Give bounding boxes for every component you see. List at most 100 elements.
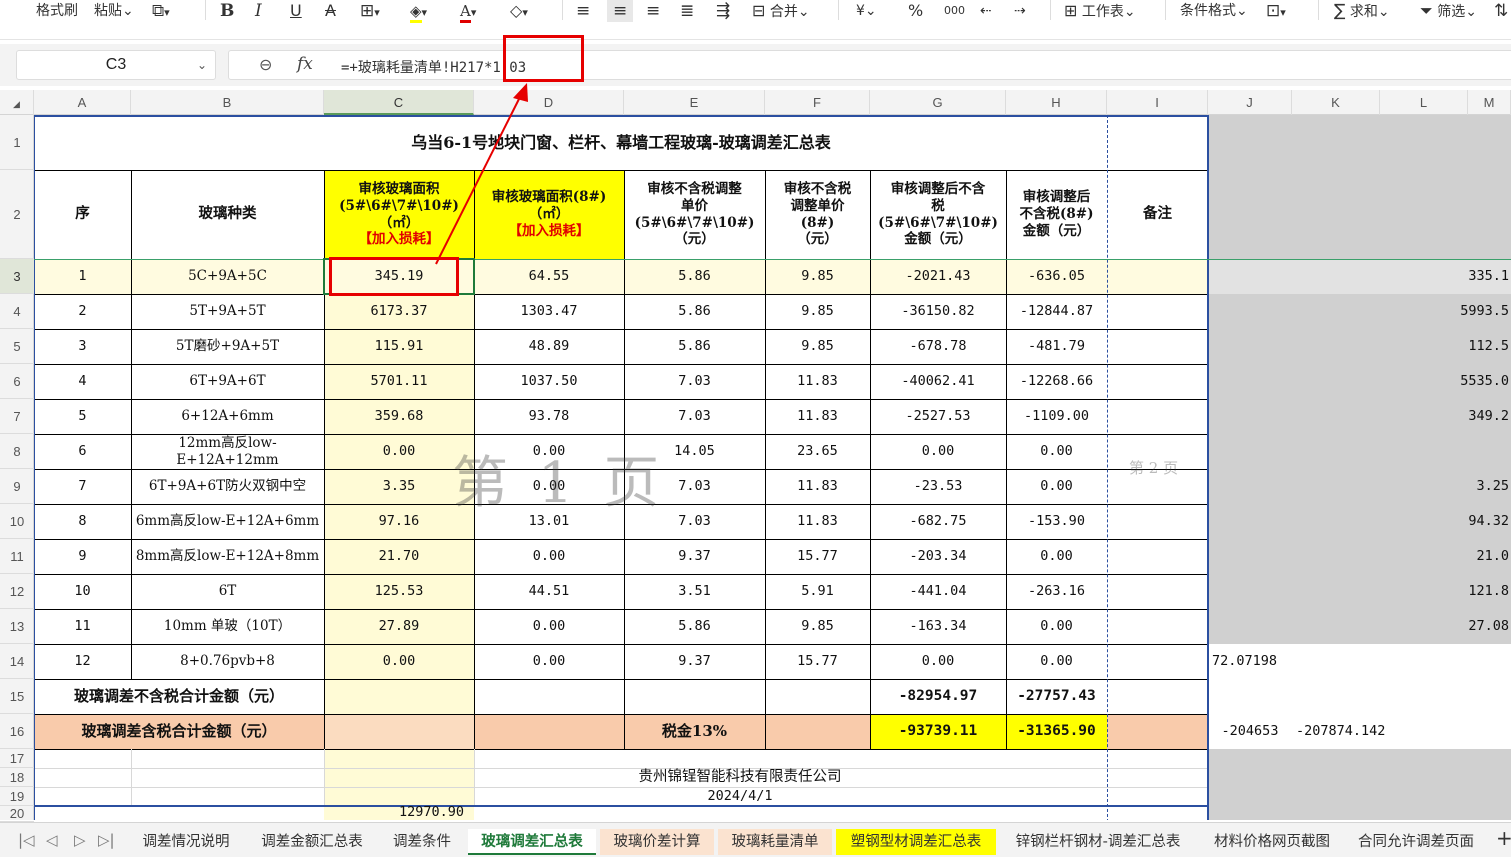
header-amount-5-6-7-10[interactable]: 审核调整后不含 税 (5#\6#\7#\10#) 金额（元） <box>870 170 1006 259</box>
cell-amount-h[interactable]: -263.16 <box>1006 574 1107 609</box>
cell-area-c[interactable]: 115.91 <box>324 329 474 364</box>
sheet-tab-9[interactable]: 材料价格网页截图 <box>1200 829 1344 855</box>
cell-area-d[interactable]: 0.00 <box>474 539 624 574</box>
total-ex-tax-label[interactable]: 玻璃调差不含税合计金额（元） <box>34 679 324 714</box>
font-color-icon[interactable]: A▾ <box>460 0 476 23</box>
total-ex-tax-g[interactable]: -82954.97 <box>870 679 1006 714</box>
sum-button[interactable]: ∑ 求和⌄ <box>1334 0 1390 22</box>
sheet-tab-6[interactable]: 玻璃耗量清单 <box>718 829 832 855</box>
header-area-8[interactable]: 审核玻璃面积(8#) （㎡） 【加入损耗】 <box>474 170 624 259</box>
cell-m[interactable]: 21.0 <box>1468 539 1511 574</box>
cell-amount-h[interactable]: 0.00 <box>1006 469 1107 504</box>
cell-area-c[interactable]: 27.89 <box>324 609 474 644</box>
cell-price-e[interactable]: 5.86 <box>624 329 765 364</box>
column-header-l[interactable]: L <box>1380 90 1468 115</box>
row-header-2[interactable]: 2 <box>0 170 34 259</box>
column-header-c[interactable]: C <box>324 90 474 115</box>
cell-m[interactable]: 112.5 <box>1468 329 1511 364</box>
cell-glass-type[interactable]: 8mm高反low-E+12A+8mm <box>131 539 324 574</box>
cell-amount-h[interactable]: -1109.00 <box>1006 399 1107 434</box>
cell-j14[interactable]: 72.07198 <box>1208 644 1380 679</box>
cell-glass-type[interactable]: 5T+9A+5T <box>131 294 324 329</box>
cell-k16[interactable]: -207874.142 <box>1292 714 1468 749</box>
cell-area-d[interactable]: 48.89 <box>474 329 624 364</box>
cell-price-e[interactable]: 7.03 <box>624 364 765 399</box>
cell-m[interactable]: 349.2 <box>1468 399 1511 434</box>
cell-amount-h[interactable]: -12844.87 <box>1006 294 1107 329</box>
formula-input[interactable]: ⊖ fx =+玻璃耗量清单!H217*1.03 <box>228 50 1511 80</box>
row-header-12[interactable]: 12 <box>0 574 34 609</box>
cell-price-e[interactable]: 5.86 <box>624 609 765 644</box>
cell-price-e[interactable]: 7.03 <box>624 399 765 434</box>
table-title[interactable]: 乌当6-1号地块门窗、栏杆、幕墙工程玻璃-玻璃调差汇总表 <box>34 115 1208 170</box>
cell-seq[interactable]: 1 <box>34 259 131 294</box>
header-glass-type[interactable]: 玻璃种类 <box>131 170 324 259</box>
cell-price-f[interactable]: 9.85 <box>765 259 870 294</box>
more-icon[interactable]: ⇅ <box>1494 0 1508 22</box>
currency-icon[interactable]: ¥⌄ <box>856 0 877 22</box>
add-sheet-icon[interactable]: + <box>1496 826 1511 850</box>
cell-c20[interactable]: 12970.90 <box>324 804 474 820</box>
copy-icon[interactable]: ⧉▾ <box>152 0 170 22</box>
cell-amount-h[interactable]: 0.00 <box>1006 644 1107 679</box>
percent-icon[interactable]: % <box>908 0 923 22</box>
column-header-i[interactable]: I <box>1107 90 1208 115</box>
row-header-19[interactable]: 19 <box>0 787 34 806</box>
cell-area-d[interactable]: 1303.47 <box>474 294 624 329</box>
cell-m[interactable]: 27.08 <box>1468 609 1511 644</box>
cell-amount-h[interactable]: -12268.66 <box>1006 364 1107 399</box>
cell-amount-h[interactable]: 0.00 <box>1006 609 1107 644</box>
row-header-7[interactable]: 7 <box>0 399 34 434</box>
cell-area-c[interactable]: 5701.11 <box>324 364 474 399</box>
sheet-tab-1[interactable]: 调差情况说明 <box>128 829 244 855</box>
cell-m[interactable]: 3.25 <box>1468 469 1511 504</box>
cell-amount-g[interactable]: 0.00 <box>870 434 1006 469</box>
cell-amount-h[interactable]: -481.79 <box>1006 329 1107 364</box>
cell-amount-g[interactable]: -682.75 <box>870 504 1006 539</box>
cell-seq[interactable]: 11 <box>34 609 131 644</box>
cell-glass-type[interactable]: 6T+9A+6T防火双钢中空 <box>131 469 324 504</box>
row-header-15[interactable]: 15 <box>0 679 34 714</box>
cell-seq[interactable]: 8 <box>34 504 131 539</box>
merge-button[interactable]: ⊟ 合并⌄ <box>752 0 810 22</box>
row-header-14[interactable]: 14 <box>0 644 34 679</box>
row-header-20[interactable]: 20 <box>0 806 34 822</box>
cell-area-c[interactable]: 0.00 <box>324 644 474 679</box>
header-remark[interactable]: 备注 <box>1107 170 1208 259</box>
column-header-k[interactable]: K <box>1292 90 1380 115</box>
row-header-18[interactable]: 18 <box>0 768 34 787</box>
header-amount-8[interactable]: 审核调整后 不含税(8#) 金额（元） <box>1006 170 1107 259</box>
justify-icon[interactable]: ≣ <box>680 0 694 22</box>
cell-area-d[interactable]: 1037.50 <box>474 364 624 399</box>
cell-amount-h[interactable]: -636.05 <box>1006 259 1107 294</box>
cell-price-f[interactable]: 9.85 <box>765 294 870 329</box>
cell-area-d[interactable]: 0.00 <box>474 644 624 679</box>
report-date[interactable]: 2024/4/1 <box>474 787 1006 806</box>
first-sheet-icon[interactable]: |◁ <box>18 831 35 849</box>
cell-glass-type[interactable]: 6T+9A+6T <box>131 364 324 399</box>
cell-price-f[interactable]: 15.77 <box>765 539 870 574</box>
header-area-5-6-7-10[interactable]: 审核玻璃面积 (5#\6#\7#\10#) （㎡） 【加入损耗】 <box>324 170 474 259</box>
sheet-tab-4[interactable]: 玻璃调差汇总表 <box>468 829 596 855</box>
align-right-icon[interactable]: ≡ <box>646 0 660 22</box>
cell-m[interactable]: 5993.5 <box>1460 294 1511 329</box>
cell-glass-type[interactable]: 12mm高反low-E+12A+12mm <box>131 434 324 469</box>
cell-seq[interactable]: 10 <box>34 574 131 609</box>
cell-amount-h[interactable]: 0.00 <box>1006 434 1107 469</box>
cell-seq[interactable]: 2 <box>34 294 131 329</box>
column-header-f[interactable]: F <box>765 90 870 115</box>
column-header-a[interactable]: A <box>34 90 131 115</box>
cell-seq[interactable]: 9 <box>34 539 131 574</box>
row-header-17[interactable]: 17 <box>0 749 34 768</box>
last-sheet-icon[interactable]: ▷| <box>98 831 115 849</box>
sheet-tab-2[interactable]: 调差金额汇总表 <box>248 829 376 855</box>
cell-amount-h[interactable]: -153.90 <box>1006 504 1107 539</box>
cell-amount-g[interactable]: -2527.53 <box>870 399 1006 434</box>
row-header-6[interactable]: 6 <box>0 364 34 399</box>
cell-seq[interactable]: 5 <box>34 399 131 434</box>
align-left-icon[interactable]: ≡ <box>576 0 590 22</box>
cell-glass-type[interactable]: 6+12A+6mm <box>131 399 324 434</box>
cell-area-c[interactable]: 21.70 <box>324 539 474 574</box>
row-header-13[interactable]: 13 <box>0 609 34 644</box>
total-inc-tax-g[interactable]: -93739.11 <box>870 714 1006 749</box>
